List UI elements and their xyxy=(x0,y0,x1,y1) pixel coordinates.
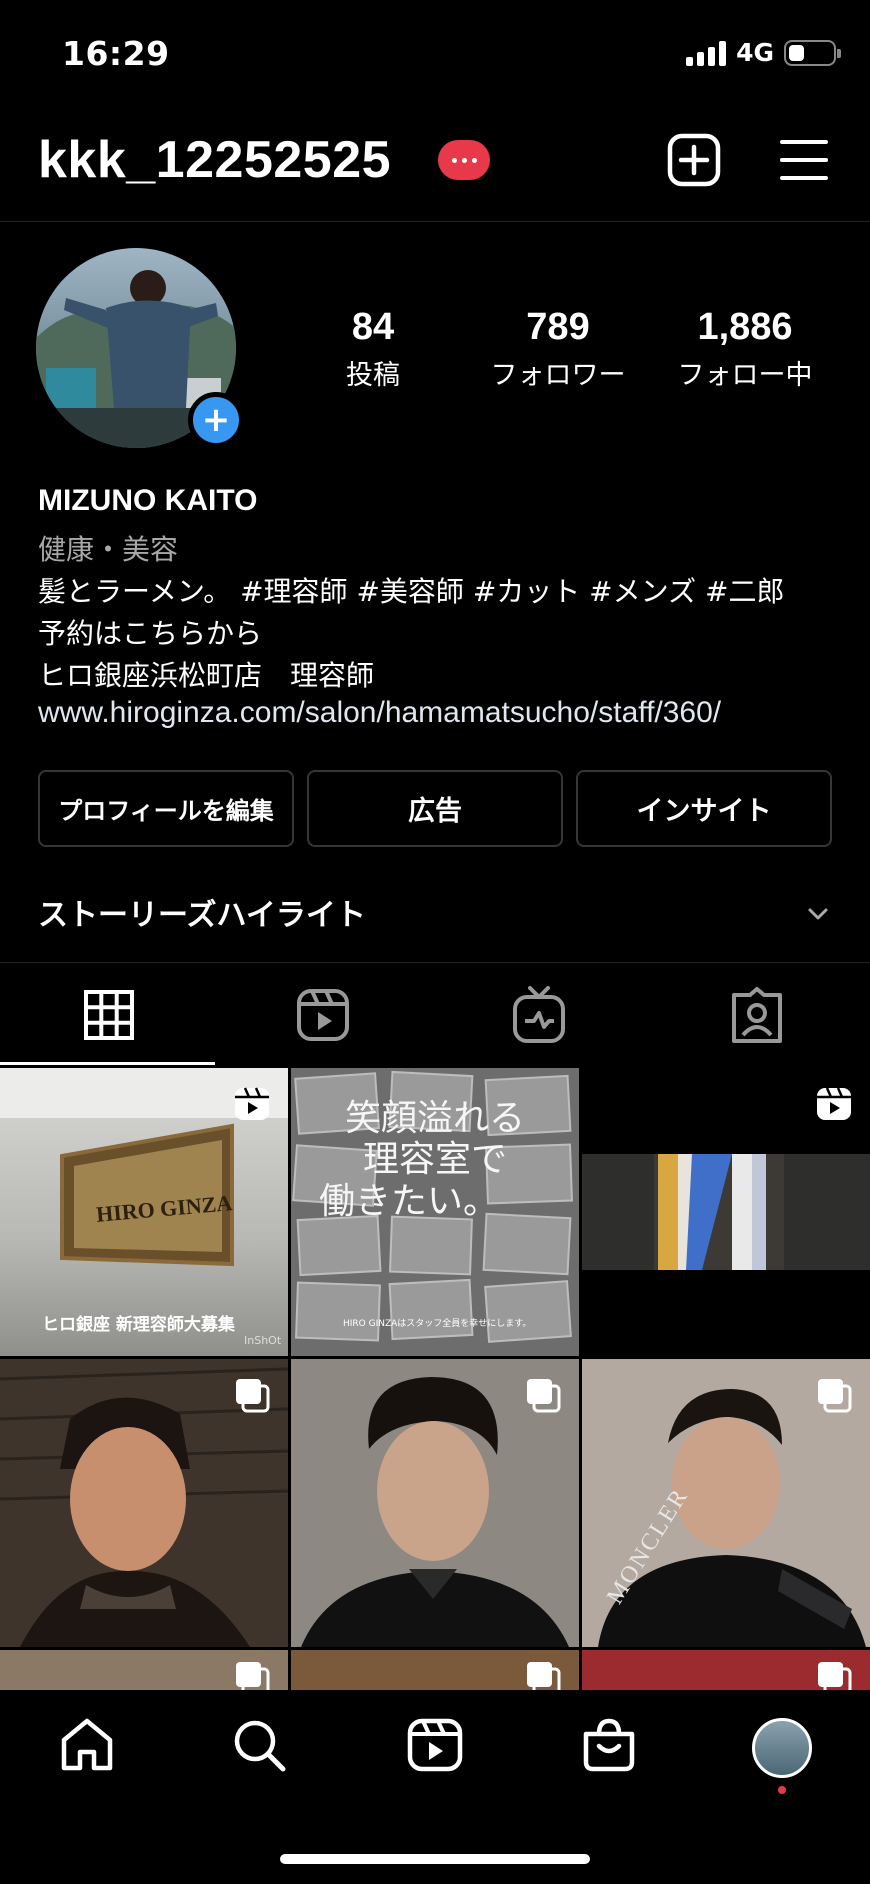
stat-followers[interactable]: 789 フォロワー xyxy=(468,306,648,392)
stat-value: 1,886 xyxy=(697,306,793,348)
carousel-badge-icon xyxy=(527,1662,561,1690)
reels-icon[interactable] xyxy=(406,1716,464,1774)
divider xyxy=(0,962,870,963)
post-caption: ヒロ銀座 新理容師大募集 xyxy=(42,1315,235,1335)
profile-category: 健康・美容 xyxy=(38,533,179,566)
tab-tagged-icon[interactable] xyxy=(730,985,784,1045)
carousel-badge-icon xyxy=(818,1379,852,1413)
post-tile[interactable] xyxy=(0,1359,288,1647)
post-headline-line: 働きたい。 xyxy=(319,1180,500,1222)
battery-icon xyxy=(784,39,841,66)
edit-profile-button[interactable]: プロフィールを編集 xyxy=(38,770,294,847)
post-headline-line: 笑顔溢れる xyxy=(344,1098,525,1139)
chevron-down-icon[interactable] xyxy=(804,900,832,928)
carousel-badge-icon xyxy=(818,1662,852,1690)
stat-posts[interactable]: 84 投稿 xyxy=(318,306,428,392)
bio-line: 予約はこちらから xyxy=(38,617,263,650)
stat-value: 789 xyxy=(526,306,590,348)
stat-following[interactable]: 1,886 フォロー中 xyxy=(660,306,830,392)
tab-reels-icon[interactable] xyxy=(296,985,350,1045)
profile-header: kkk_12252525 xyxy=(0,110,870,222)
hamburger-menu-icon[interactable] xyxy=(776,132,832,188)
stat-value: 84 xyxy=(351,306,395,348)
display-name: MIZUNO KAITO xyxy=(38,484,258,517)
reel-badge-icon xyxy=(817,1087,851,1120)
status-bar: 16:29 4G xyxy=(0,0,870,110)
carousel-badge-icon xyxy=(236,1379,270,1413)
post-tile[interactable] xyxy=(291,1650,579,1690)
battery-level xyxy=(789,44,804,61)
status-indicators: 4G xyxy=(686,38,841,67)
bio-line: 髪とラーメン。 #理容師 #美容師 #カット #メンズ #二郎 xyxy=(38,575,785,608)
post-headline-line: 理容室で xyxy=(362,1139,507,1181)
stat-label: フォロー中 xyxy=(677,360,813,391)
post-credit: InShOt xyxy=(244,1334,282,1347)
home-indicator xyxy=(280,1854,590,1864)
reel-badge-icon xyxy=(235,1087,269,1120)
home-icon[interactable] xyxy=(58,1716,116,1774)
profile-nav-avatar[interactable] xyxy=(752,1718,812,1778)
post-headline: 笑顔溢れる 理容室で 働きたい。 xyxy=(319,1098,551,1222)
post-tile[interactable] xyxy=(582,1068,870,1356)
bio-line: ヒロ銀座浜松町店 理容師 xyxy=(38,659,375,692)
network-type: 4G xyxy=(736,38,774,67)
notification-dots-badge[interactable] xyxy=(438,140,490,180)
search-icon[interactable] xyxy=(230,1716,288,1774)
tab-grid-icon[interactable] xyxy=(82,985,136,1045)
tab-active-indicator xyxy=(0,1062,215,1065)
insights-button[interactable]: インサイト xyxy=(576,770,832,847)
shop-icon[interactable] xyxy=(580,1716,638,1774)
carousel-badge-icon xyxy=(236,1662,270,1690)
tab-igtv-icon[interactable] xyxy=(512,985,566,1045)
carousel-badge-icon xyxy=(527,1379,561,1413)
notification-dot xyxy=(778,1786,786,1794)
add-story-button[interactable]: + xyxy=(188,392,244,448)
ads-button[interactable]: 広告 xyxy=(307,770,563,847)
status-time: 16:29 xyxy=(62,34,170,73)
bio-link[interactable]: www.hiroginza.com/salon/hamamatsucho/sta… xyxy=(38,696,721,730)
stat-label: フォロワー xyxy=(490,360,626,391)
add-content-icon[interactable] xyxy=(666,132,722,188)
post-tile[interactable]: 笑顔溢れる 理容室で 働きたい。 HIRO GINZAはスタッフ全員を幸せにしま… xyxy=(291,1068,579,1356)
stat-label: 投稿 xyxy=(346,360,400,391)
signal-icon xyxy=(686,40,727,66)
post-tile[interactable] xyxy=(582,1650,870,1690)
post-tile[interactable]: HIRO GINZA ヒロ銀座 新理容師大募集 InShOt xyxy=(0,1068,288,1356)
post-footer-text: HIRO GINZAはスタッフ全員を幸せにします。 xyxy=(343,1319,532,1329)
post-tile[interactable] xyxy=(0,1650,288,1690)
post-tile[interactable]: MONCLER xyxy=(582,1359,870,1647)
username[interactable]: kkk_12252525 xyxy=(38,130,391,190)
post-tile[interactable] xyxy=(291,1359,579,1647)
story-highlights-label[interactable]: ストーリーズハイライト xyxy=(38,890,366,934)
